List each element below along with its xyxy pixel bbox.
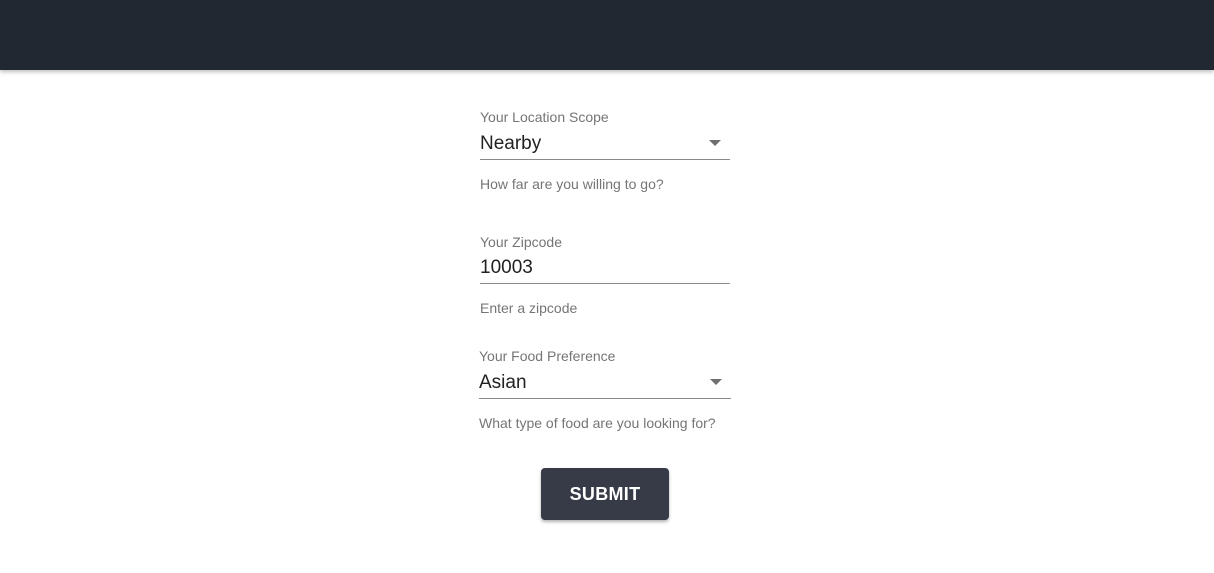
caret-down-icon — [709, 140, 721, 146]
food-preference-field: Your Food Preference Asian What type of … — [479, 348, 731, 431]
location-scope-select[interactable]: Nearby — [480, 129, 730, 160]
food-preference-helper: What type of food are you looking for? — [479, 415, 716, 431]
zipcode-field: Your Zipcode Enter a zipcode — [480, 234, 730, 316]
location-scope-value: Nearby — [480, 133, 542, 154]
location-scope-field: Your Location Scope Nearby How far are y… — [480, 109, 730, 192]
zipcode-input-wrapper — [480, 253, 730, 284]
caret-down-icon — [710, 379, 722, 385]
food-preference-label: Your Food Preference — [479, 348, 616, 364]
zipcode-label: Your Zipcode — [480, 234, 562, 250]
food-preference-select[interactable]: Asian — [479, 368, 731, 399]
location-scope-label: Your Location Scope — [480, 109, 609, 125]
zipcode-input[interactable] — [480, 253, 730, 282]
app-bar — [0, 0, 1214, 70]
location-scope-helper: How far are you willing to go? — [480, 176, 664, 192]
food-preference-value: Asian — [479, 372, 527, 393]
zipcode-helper: Enter a zipcode — [480, 300, 578, 316]
submit-button[interactable]: SUBMIT — [541, 468, 669, 520]
